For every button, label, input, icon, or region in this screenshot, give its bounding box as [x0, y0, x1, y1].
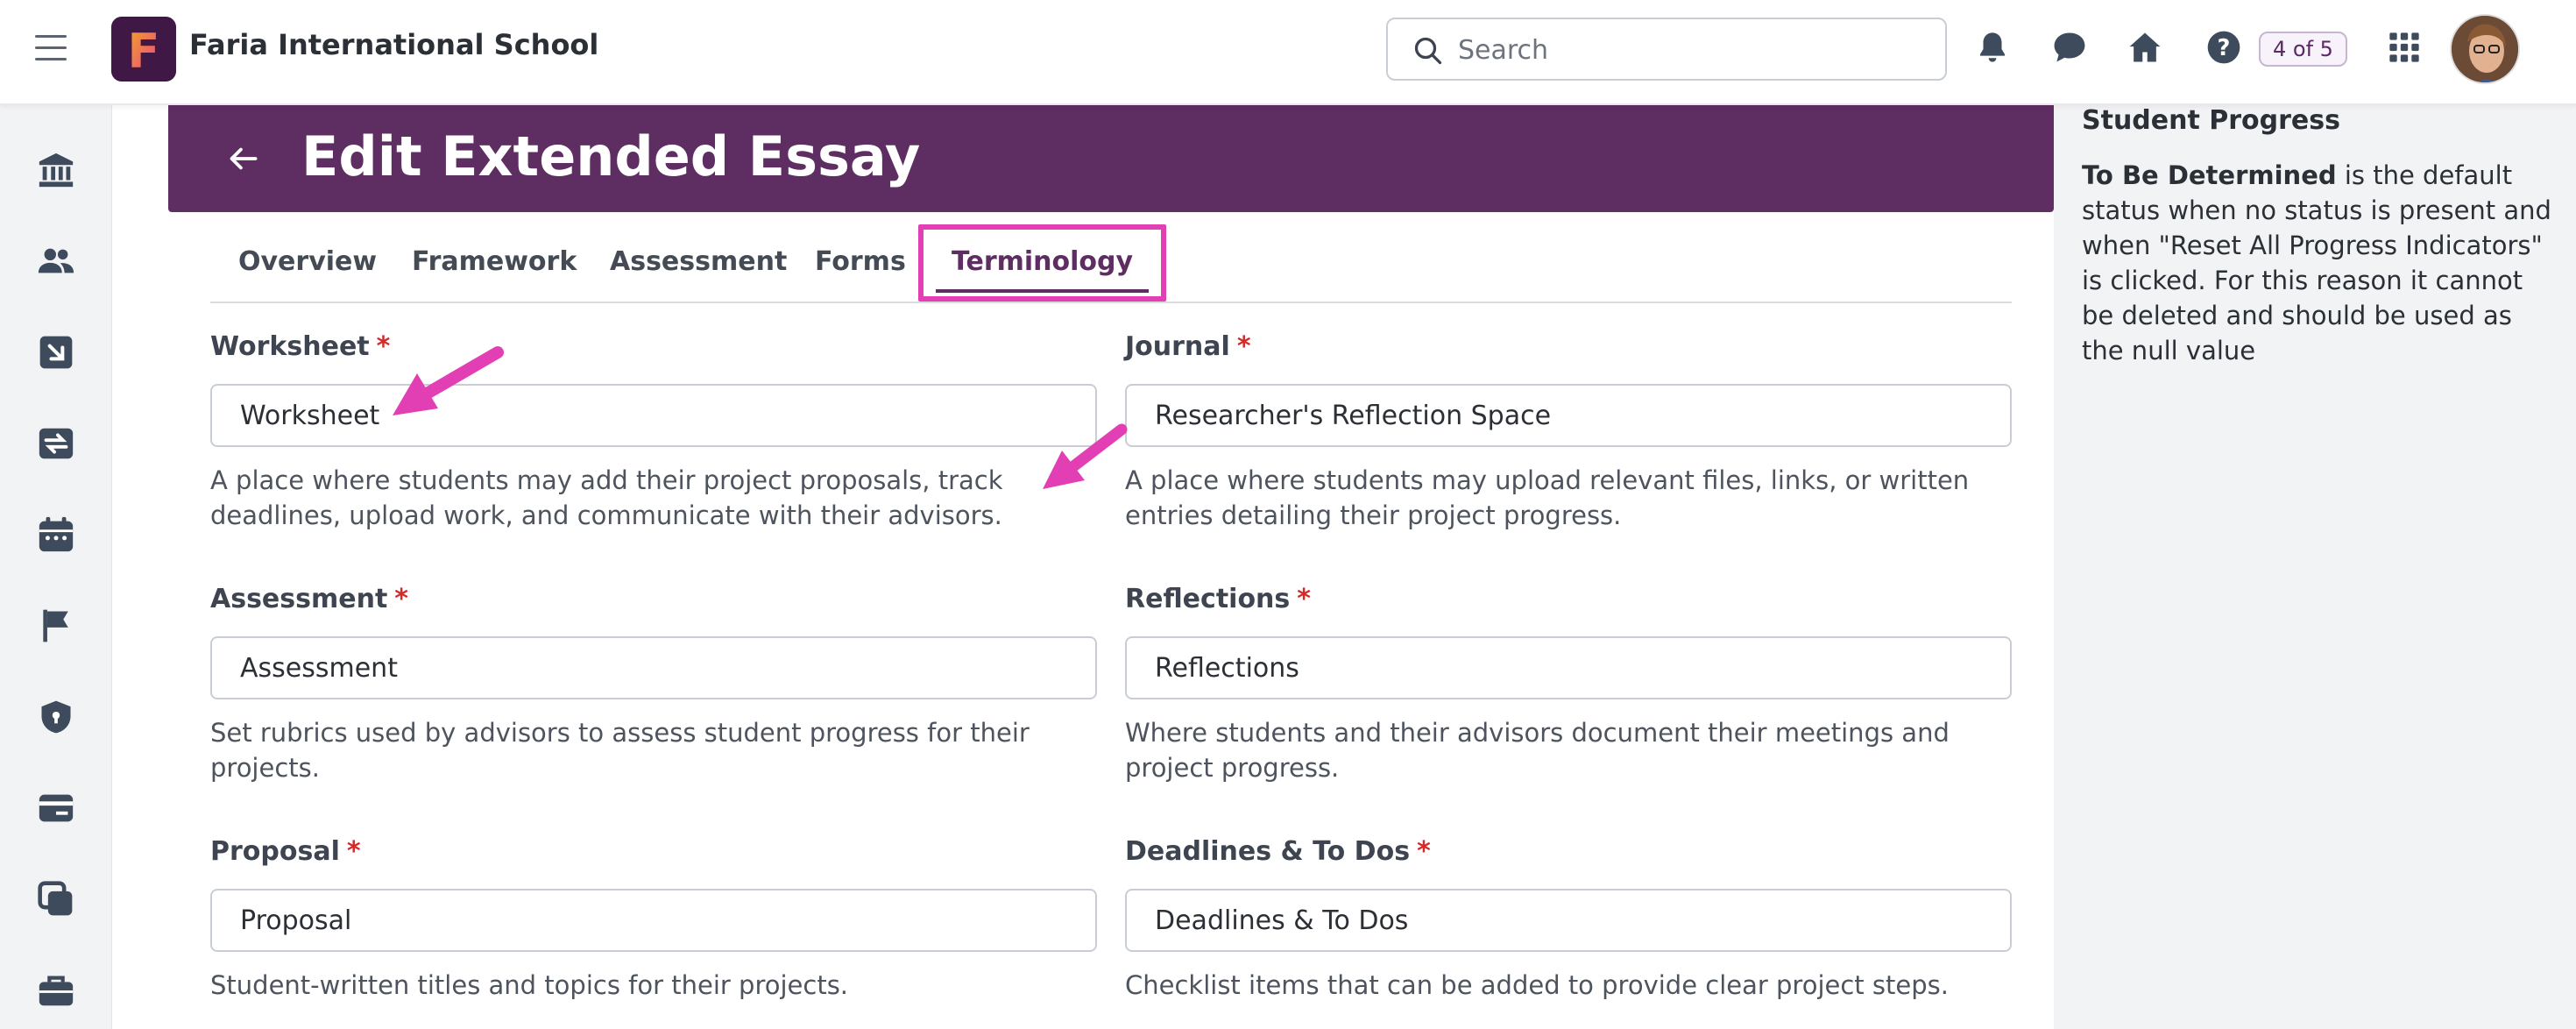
- search-icon: [1414, 37, 1442, 65]
- student-progress-panel: Student Progress To Be Determined is the…: [2054, 105, 2576, 1029]
- search-box[interactable]: [1386, 18, 1947, 81]
- worksheet-label: Worksheet: [210, 331, 370, 362]
- page-title: Edit Extended Essay: [301, 124, 921, 188]
- bank-icon[interactable]: [33, 147, 79, 193]
- proposal-input[interactable]: [210, 889, 1097, 952]
- school-name[interactable]: Faria International School: [189, 28, 598, 61]
- journal-input[interactable]: [1125, 384, 2012, 447]
- worksheet-field: Worksheet* A place where students may ad…: [210, 331, 1097, 530]
- flag-icon[interactable]: [33, 603, 79, 649]
- proposal-help-text: Student-written titles and topics for th…: [210, 970, 849, 1000]
- exchange-card-icon[interactable]: [33, 421, 79, 466]
- tab-terminology[interactable]: Terminology: [918, 224, 1167, 302]
- school-logo[interactable]: F: [111, 17, 176, 82]
- logo-letter: F: [128, 24, 160, 79]
- chat-bubble-icon[interactable]: [2049, 26, 2091, 68]
- deadlines-label: Deadlines & To Dos: [1125, 836, 1411, 867]
- required-marker: *: [1417, 836, 1431, 867]
- worksheet-input[interactable]: [210, 384, 1097, 447]
- hamburger-menu-icon[interactable]: [35, 35, 67, 61]
- page-indicator-badge[interactable]: 4 of 5: [2259, 32, 2347, 67]
- people-icon[interactable]: [33, 238, 79, 284]
- journal-field: Journal* A place where students may uplo…: [1125, 331, 2012, 530]
- required-marker: *: [394, 584, 408, 614]
- assessment-label: Assessment: [210, 584, 388, 614]
- bell-icon[interactable]: [1971, 26, 2013, 68]
- assessment-help-text: Set rubrics used by advisors to assess s…: [210, 718, 1030, 783]
- side-panel-description: To Be Determined is the default status w…: [2082, 158, 2555, 368]
- tab-assessment[interactable]: Assessment: [610, 226, 787, 302]
- worksheet-help-text: A place where students may add their pro…: [210, 465, 1003, 530]
- required-marker: *: [346, 836, 361, 867]
- required-marker: *: [1236, 331, 1251, 362]
- help-icon[interactable]: ?: [2203, 26, 2245, 68]
- proposal-label: Proposal: [210, 836, 340, 867]
- page-header: Edit Extended Essay: [168, 105, 2054, 212]
- shield-lock-icon[interactable]: [33, 694, 79, 740]
- required-marker: *: [1297, 584, 1311, 614]
- reflections-help-text: Where students and their advisors docume…: [1125, 718, 1950, 783]
- proposal-field: Proposal* Student-written titles and top…: [210, 836, 1097, 1000]
- tab-bar: Overview Framework Assessment Forms Term…: [210, 224, 2012, 303]
- side-panel-bold-lead: To Be Determined: [2082, 160, 2337, 190]
- journal-help-text: A place where students may upload releva…: [1125, 465, 1970, 530]
- left-navigation-rail: [0, 105, 112, 1029]
- tab-overview[interactable]: Overview: [238, 226, 377, 302]
- reflections-field: Reflections* Where students and their ad…: [1125, 584, 2012, 783]
- deadlines-input[interactable]: [1125, 889, 2012, 952]
- reflections-input[interactable]: [1125, 636, 2012, 699]
- side-panel-title: Student Progress: [2082, 105, 2340, 136]
- arrow-in-box-icon[interactable]: [33, 330, 79, 375]
- annotation-arrow-icon: [1043, 423, 1128, 489]
- assessment-field: Assessment* Set rubrics used by advisors…: [210, 584, 1097, 783]
- search-input[interactable]: [1458, 30, 1922, 70]
- app-grid-icon[interactable]: [2383, 26, 2425, 68]
- calendar-icon[interactable]: [33, 512, 79, 557]
- reflections-label: Reflections: [1125, 584, 1291, 614]
- tab-forms[interactable]: Forms: [815, 226, 906, 302]
- annotation-arrow-icon: [393, 346, 504, 415]
- card-icon[interactable]: [33, 785, 79, 831]
- journal-label: Journal: [1125, 331, 1230, 362]
- side-panel-body: is the default status when no status is …: [2082, 160, 2551, 365]
- tab-framework[interactable]: Framework: [412, 226, 577, 302]
- briefcase-icon[interactable]: [33, 968, 79, 1013]
- svg-text:?: ?: [2218, 35, 2231, 61]
- back-arrow-icon[interactable]: [221, 137, 265, 181]
- user-avatar[interactable]: [2450, 14, 2520, 84]
- deadlines-field: Deadlines & To Dos* Checklist items that…: [1125, 836, 2012, 1000]
- deadlines-help-text: Checklist items that can be added to pro…: [1125, 970, 1949, 1000]
- home-icon[interactable]: [2124, 26, 2166, 68]
- top-bar: F Faria International School ? 4 of 5: [0, 0, 2576, 105]
- assessment-input[interactable]: [210, 636, 1097, 699]
- copy-icon[interactable]: [33, 876, 79, 922]
